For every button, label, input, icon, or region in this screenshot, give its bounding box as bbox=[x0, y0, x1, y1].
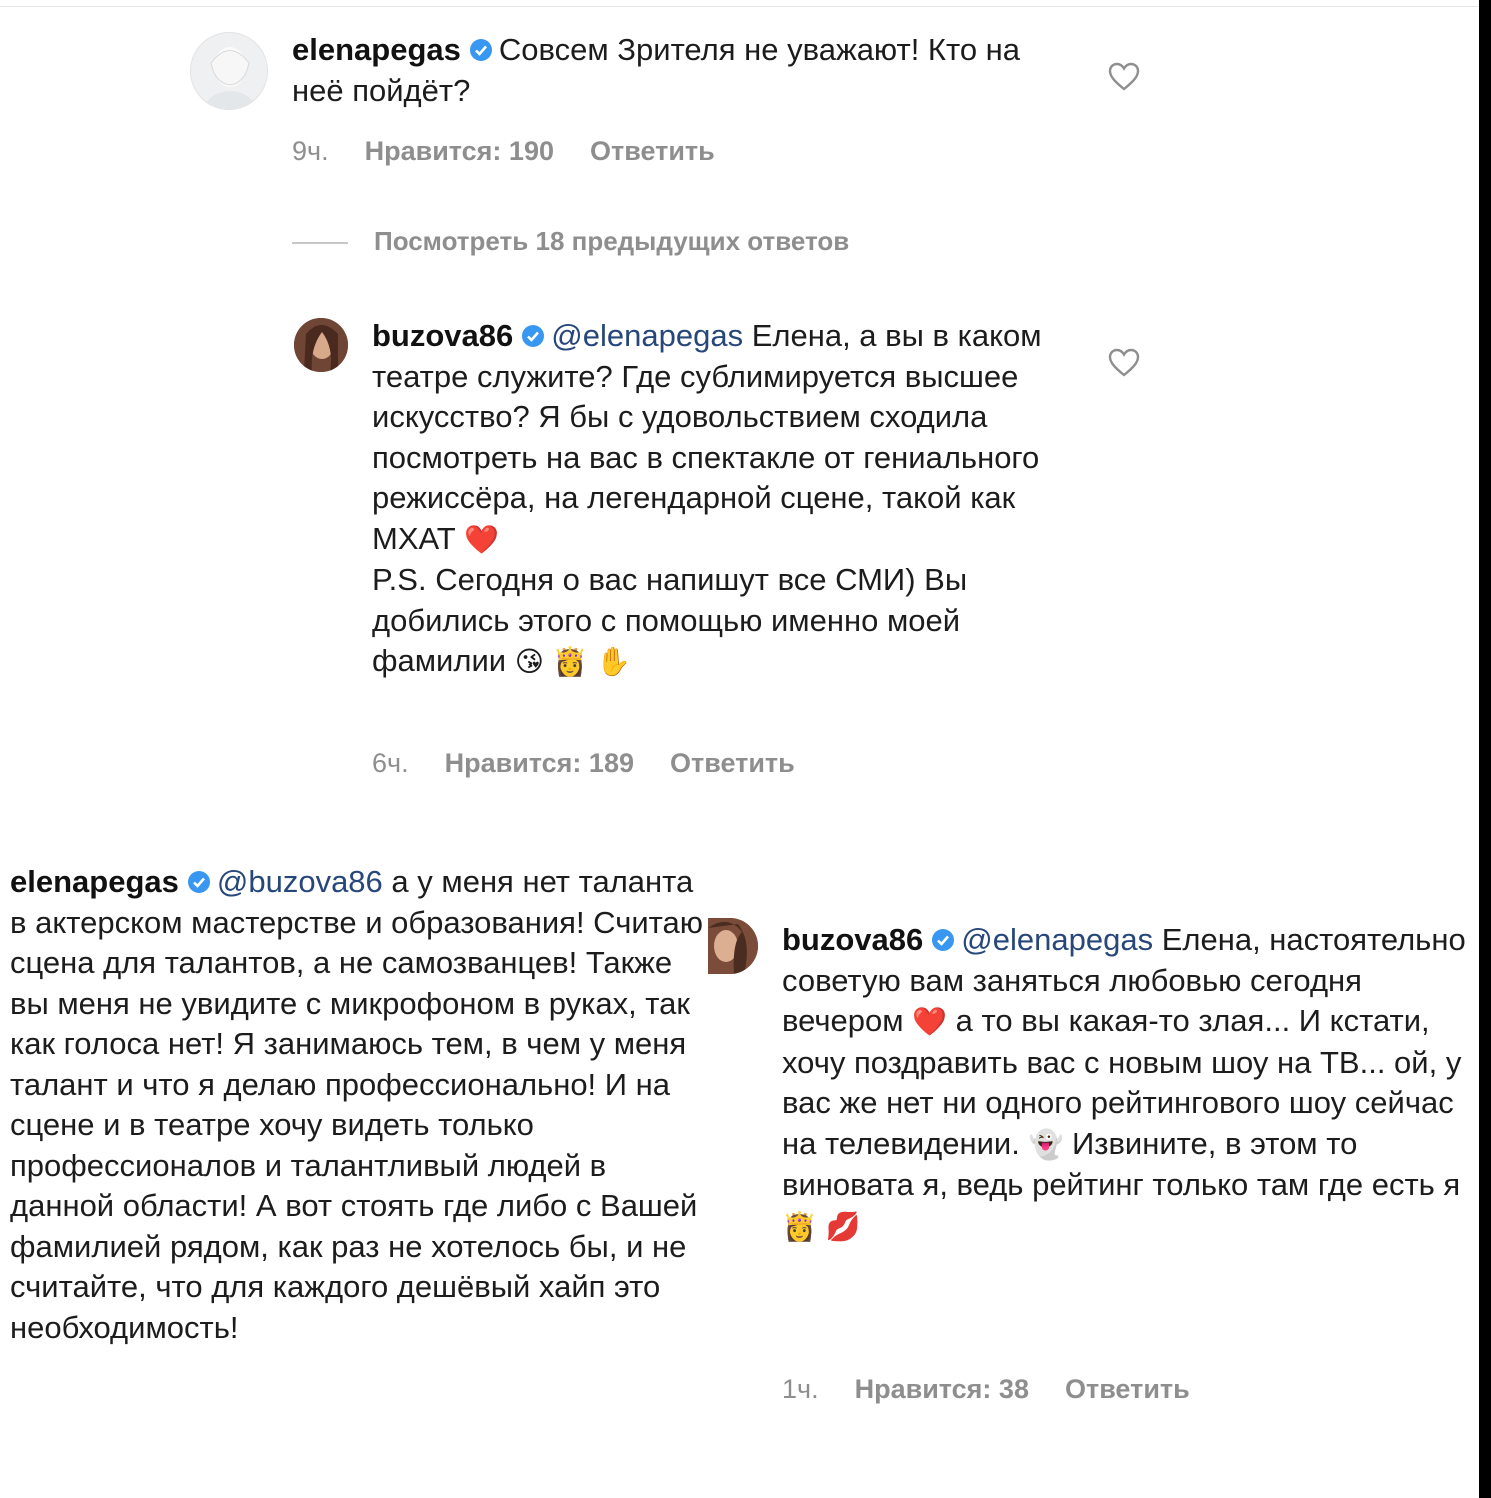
comment-body: elenapegas @buzova86 а у меня нет таланта… bbox=[10, 862, 710, 1348]
verified-badge-icon bbox=[469, 39, 492, 61]
avatar[interactable] bbox=[708, 918, 758, 974]
reply-button[interactable]: Ответить bbox=[590, 136, 715, 166]
avatar-portrait-icon bbox=[294, 318, 348, 372]
view-replies-button[interactable]: Посмотреть 18 предыдущих ответов bbox=[292, 226, 849, 257]
avatar[interactable] bbox=[190, 32, 268, 110]
reply-button[interactable]: Ответить bbox=[1065, 1374, 1190, 1404]
comment-text: Елена, а вы в каком театре служите? Где … bbox=[372, 318, 1042, 556]
comment-meta: 6ч. Нравится: 189 Ответить bbox=[372, 748, 831, 779]
comment-text: а у меня нет таланта в актерском мастерс… bbox=[10, 864, 704, 1345]
comment-body: buzova86 @elenapegas Елена, настоятельно … bbox=[782, 920, 1480, 1247]
mention-link[interactable]: @buzova86 bbox=[217, 864, 383, 899]
likes-count[interactable]: Нравится: 38 bbox=[855, 1374, 1029, 1404]
heart-emoji-icon: ❤️ bbox=[464, 523, 500, 555]
username-link[interactable]: elenapegas bbox=[292, 32, 461, 67]
likes-count[interactable]: Нравится: 190 bbox=[365, 136, 554, 166]
heart-emoji-icon: ❤️ bbox=[912, 1006, 948, 1037]
comment-body: buzova86 @elenapegas Елена, а вы в каком … bbox=[372, 316, 1062, 683]
username-link[interactable]: elenapegas bbox=[10, 864, 179, 899]
heart-outline-icon[interactable] bbox=[1108, 62, 1140, 92]
avatar-portrait-icon bbox=[204, 47, 256, 109]
comment-meta: 9ч. Нравится: 190 Ответить bbox=[292, 136, 751, 167]
avatar-portrait-icon bbox=[708, 918, 758, 974]
comment-time: 6ч. bbox=[372, 748, 409, 778]
top-divider bbox=[0, 6, 1480, 7]
kiss-lips-emoji-icon: 💋 bbox=[825, 1210, 861, 1242]
username-link[interactable]: buzova86 bbox=[372, 318, 513, 353]
princess-emoji-icon: 👸 bbox=[552, 646, 588, 677]
avatar[interactable] bbox=[294, 318, 348, 372]
ghost-emoji-icon: 👻 bbox=[1028, 1128, 1064, 1160]
kiss-face-emoji-icon: 😘 bbox=[514, 646, 544, 677]
heart-outline-icon[interactable] bbox=[1108, 348, 1140, 378]
comment-time: 1ч. bbox=[782, 1374, 819, 1404]
comment-text-continued: P.S. Сегодня о вас напишут все СМИ) Вы д… bbox=[372, 562, 968, 678]
mention-link[interactable]: @elenapegas bbox=[961, 922, 1153, 957]
verified-badge-icon bbox=[187, 871, 210, 893]
screenshot-edge bbox=[1479, 0, 1491, 1498]
reply-button[interactable]: Ответить bbox=[670, 748, 795, 778]
username-link[interactable]: buzova86 bbox=[782, 922, 923, 957]
comment-body: elenapegas Совсем Зрителя не уважают! Кто… bbox=[292, 30, 1072, 111]
raised-hand-emoji-icon: ✋ bbox=[596, 646, 631, 677]
replies-divider bbox=[292, 242, 348, 245]
mention-link[interactable]: @elenapegas bbox=[551, 318, 743, 353]
view-replies-label: Посмотреть 18 предыдущих ответов bbox=[374, 226, 850, 256]
comment-meta: 1ч. Нравится: 38 Ответить bbox=[782, 1374, 1226, 1405]
comment-time: 9ч. bbox=[292, 136, 329, 166]
verified-badge-icon bbox=[522, 325, 545, 347]
verified-badge-icon bbox=[932, 929, 955, 951]
likes-count[interactable]: Нравится: 189 bbox=[445, 748, 634, 778]
princess-emoji-icon: 👸 bbox=[782, 1210, 817, 1242]
